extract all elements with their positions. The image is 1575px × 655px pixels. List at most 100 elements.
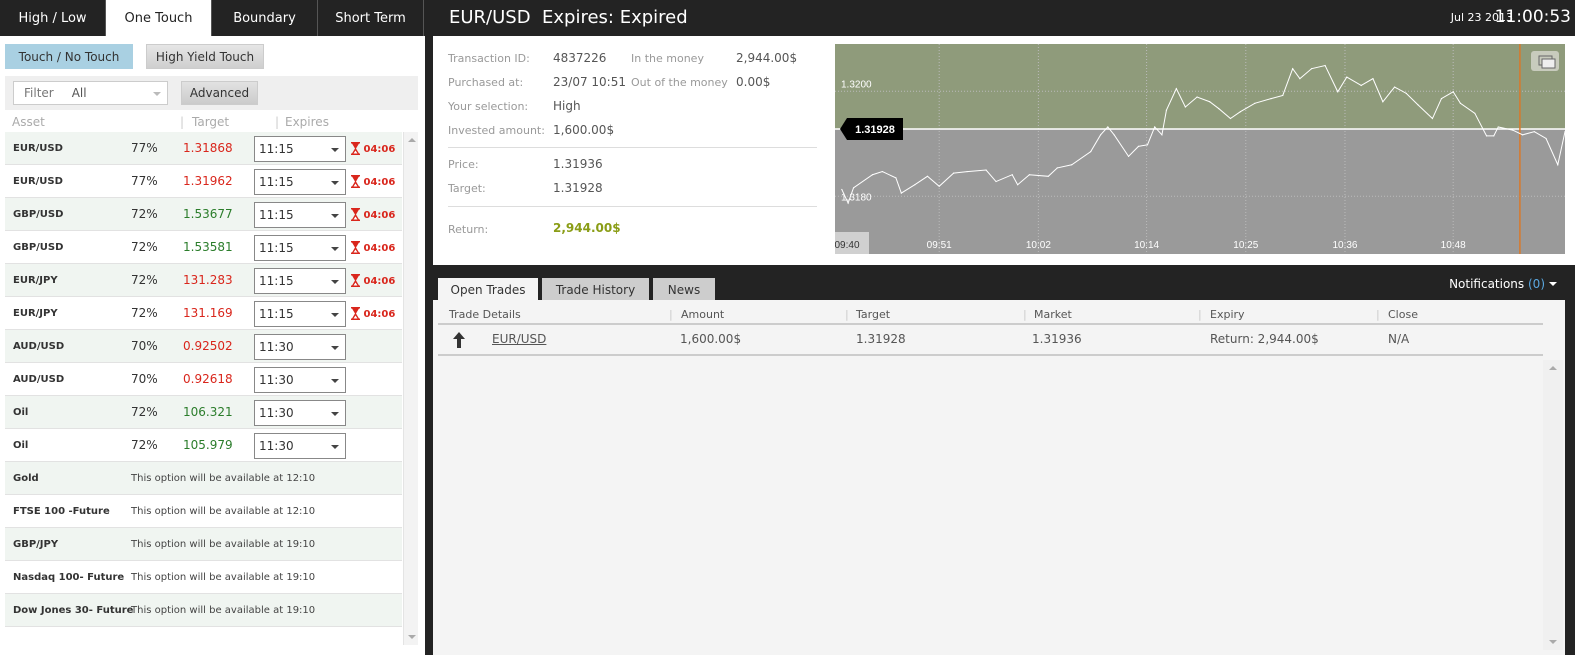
- return-value: 2,944.00$: [553, 221, 621, 235]
- asset-row[interactable]: EUR/JPY 72% 131.169 11:15 04:06: [5, 297, 402, 330]
- chevron-down-icon: [331, 181, 339, 189]
- expiry-value: 11:15: [259, 175, 294, 189]
- price-point: [1512, 129, 1514, 131]
- asset-row[interactable]: GBP/USD 72% 1.53677 11:15 04:06: [5, 198, 402, 231]
- chevron-down-icon: [331, 445, 339, 453]
- x-tick-label: 09:40: [835, 240, 860, 251]
- expiry-select[interactable]: 11:30: [254, 367, 346, 393]
- expiry-select[interactable]: 11:15: [254, 136, 346, 162]
- column-separator: |: [669, 308, 673, 321]
- fullscreen-icon: [1541, 58, 1556, 69]
- availability-note: This option will be available at 19:10: [131, 605, 316, 616]
- asset-name: Dow Jones 30- Future: [13, 605, 134, 616]
- expiry-select[interactable]: 11:30: [254, 433, 346, 459]
- trades-scrollbar[interactable]: [1543, 360, 1563, 650]
- price-point: [1218, 107, 1220, 110]
- invested-label: Invested amount:: [448, 124, 545, 137]
- filter-select[interactable]: Filter All: [13, 81, 168, 105]
- scroll-down-icon[interactable]: [408, 635, 416, 643]
- target-price: 0.92618: [183, 372, 233, 386]
- asset-row[interactable]: Gold This option will be available at 12:…: [5, 462, 402, 495]
- price-point: [1474, 112, 1476, 114]
- price-point: [1382, 101, 1384, 103]
- asset-name: EUR/USD: [13, 176, 63, 187]
- payout-percent: 72%: [131, 207, 158, 221]
- asset-row[interactable]: Nasdaq 100- Future This option will be av…: [5, 561, 402, 594]
- asset-list: EUR/USD 77% 1.31868 11:15 04:06 EUR/USD 77%…: [5, 132, 402, 627]
- in-the-money-label: In the money: [631, 52, 704, 65]
- asset-name: FTSE 100 -Future: [13, 506, 110, 517]
- trades-panel: Open Trades Trade History News Notificat…: [433, 265, 1575, 655]
- expiry-select[interactable]: 11:15: [254, 169, 346, 195]
- column-separator: |: [845, 308, 849, 321]
- notifications-dropdown[interactable]: Notifications (0): [1449, 277, 1557, 291]
- touch-no-touch-button[interactable]: Touch / No Touch: [5, 44, 133, 69]
- expiry-select[interactable]: 11:15: [254, 202, 346, 228]
- asset-row[interactable]: Oil 72% 106.321 11:30: [5, 396, 402, 429]
- asset-row[interactable]: EUR/USD 77% 1.31868 11:15 04:06: [5, 132, 402, 165]
- tab-one-touch[interactable]: One Touch: [106, 0, 212, 36]
- target-price: 1.53581: [183, 240, 233, 254]
- expiry-select[interactable]: 11:15: [254, 268, 346, 294]
- price-point: [1282, 94, 1284, 97]
- tab-trade-history[interactable]: Trade History: [542, 278, 649, 301]
- asset-row[interactable]: GBP/JPY This option will be available at …: [5, 528, 402, 561]
- x-tick-label: 10:14: [1134, 240, 1159, 251]
- expiry-select[interactable]: 11:15: [254, 235, 346, 261]
- tab-boundary[interactable]: Boundary: [212, 0, 318, 36]
- asset-row[interactable]: GBP/USD 72% 1.53581 11:15 04:06: [5, 231, 402, 264]
- scroll-up-icon[interactable]: [408, 134, 416, 142]
- tab-short-term[interactable]: Short Term: [318, 0, 424, 36]
- advanced-button[interactable]: Advanced: [181, 81, 258, 105]
- asset-row[interactable]: AUD/USD 70% 0.92502 11:30: [5, 330, 402, 363]
- asset-row[interactable]: EUR/JPY 72% 131.283 11:15 04:06: [5, 264, 402, 297]
- price-point: [1440, 98, 1443, 100]
- scroll-down-icon[interactable]: [1549, 640, 1557, 648]
- target-price: 0.92502: [183, 339, 233, 353]
- expiry-select[interactable]: 11:15: [254, 301, 346, 327]
- column-separator: |: [180, 115, 185, 129]
- price-chart[interactable]: 1.32001.31801.3192809:40 09:51 10:02 10:14 1…: [835, 44, 1565, 254]
- asset-row[interactable]: Dow Jones 30- Future This option will be …: [5, 594, 402, 627]
- price-point: [1459, 102, 1461, 104]
- expiry-select[interactable]: 11:30: [254, 334, 346, 360]
- expiry-select[interactable]: 11:30: [254, 400, 346, 426]
- price-point: [1337, 91, 1339, 93]
- tab-open-trades[interactable]: Open Trades: [438, 278, 538, 301]
- divider: [448, 206, 817, 207]
- asset-row[interactable]: FTSE 100 -Future This option will be avai…: [5, 495, 402, 528]
- price-chart-panel: 1.3200 1.3180 1.31928 09:40 09:51 10:02 10:14 1…: [825, 36, 1575, 265]
- asset-list-scrollbar[interactable]: [403, 132, 418, 645]
- price-point: [1028, 174, 1030, 176]
- above-target-area: [835, 44, 1565, 130]
- high-yield-touch-button[interactable]: High Yield Touch: [146, 44, 264, 69]
- purchased-at: 23/07 10:51: [553, 75, 626, 89]
- asset-name: AUD/USD: [13, 341, 65, 352]
- hourglass-icon: [351, 241, 360, 254]
- scroll-up-icon[interactable]: [1549, 362, 1557, 370]
- countdown-value: 04:06: [363, 210, 396, 221]
- chevron-down-icon: [331, 214, 339, 222]
- expiry-value: 11:15: [259, 274, 294, 288]
- payout-percent: 77%: [131, 174, 158, 188]
- trade-asset-link[interactable]: EUR/USD: [492, 332, 546, 346]
- asset-row[interactable]: AUD/USD 70% 0.92618 11:30: [5, 363, 402, 396]
- price-point: [900, 192, 902, 194]
- trade-market: 1.31936: [1032, 332, 1082, 346]
- asset-row[interactable]: EUR/USD 77% 1.31962 11:15 04:06: [5, 165, 402, 198]
- target: 1.31928: [553, 181, 603, 195]
- hourglass-icon: [351, 142, 360, 155]
- asset-row[interactable]: Oil 72% 105.979 11:30: [5, 429, 402, 462]
- column-separator: |: [1023, 308, 1027, 321]
- column-expires: Expires: [285, 115, 329, 129]
- availability-note: This option will be available at 19:10: [131, 539, 316, 550]
- asset-name: Nasdaq 100- Future: [13, 572, 125, 583]
- tab-high-low[interactable]: High / Low: [0, 0, 106, 36]
- price-point: [1209, 101, 1211, 103]
- price-point: [1533, 131, 1535, 133]
- chevron-down-icon: [331, 412, 339, 420]
- tab-news[interactable]: News: [653, 278, 715, 301]
- price-point: [895, 177, 897, 179]
- price-point: [852, 187, 855, 189]
- chevron-down-icon: [331, 313, 339, 321]
